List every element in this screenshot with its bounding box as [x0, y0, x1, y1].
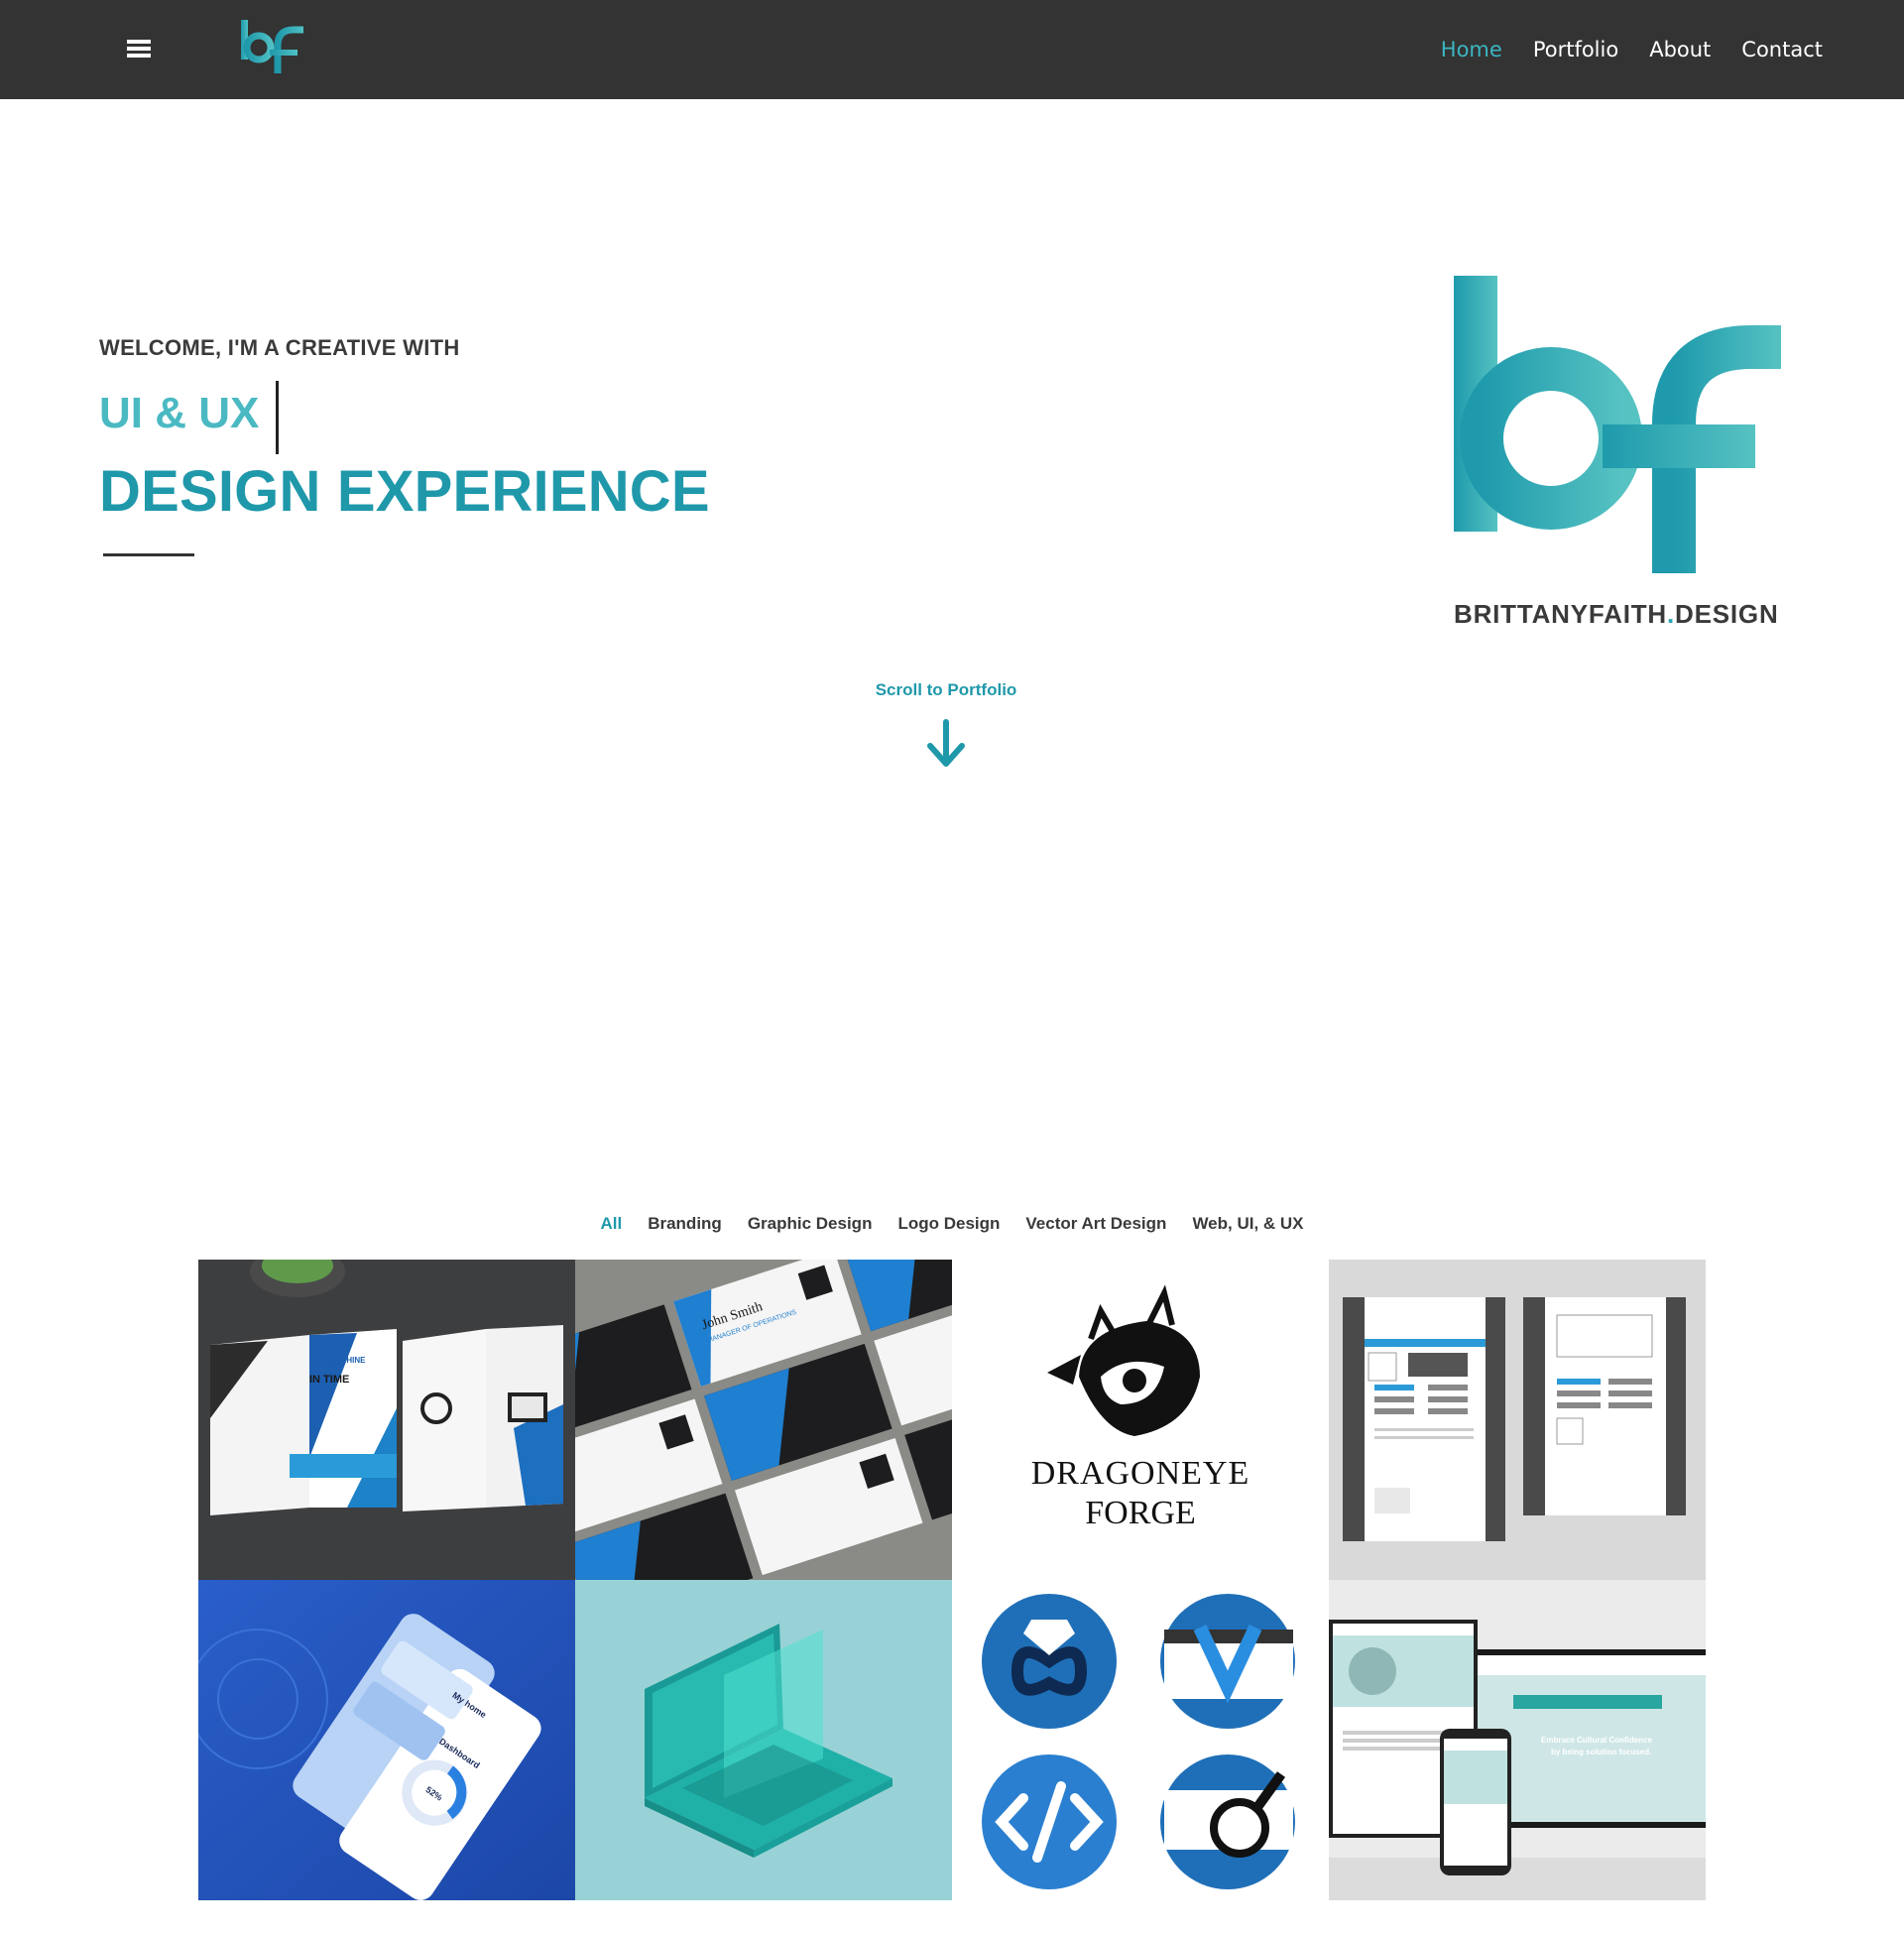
portfolio-item-vector-icons[interactable]: [952, 1580, 1329, 1900]
filter-vector-art-design[interactable]: Vector Art Design: [1025, 1214, 1166, 1234]
filter-graphic-design[interactable]: Graphic Design: [748, 1214, 873, 1234]
portfolio-item-dragoneye-logo[interactable]: DRAGONEYE FORGE: [952, 1260, 1329, 1580]
brochure-brand-text: TIMEMACHINE: [309, 1356, 366, 1365]
filter-branding[interactable]: Branding: [648, 1214, 722, 1234]
main-nav: Home Portfolio About Contact: [1410, 0, 1904, 99]
hero-typed-text: UI & UX: [99, 389, 260, 437]
brand-name: BRITTANYFAITH: [1454, 599, 1668, 629]
nav-contact[interactable]: Contact: [1741, 38, 1823, 61]
nav-portfolio[interactable]: Portfolio: [1533, 38, 1618, 61]
brochure-image: TIMEMACHINE IN TIME: [198, 1260, 575, 1580]
scroll-to-portfolio-link[interactable]: Scroll to Portfolio: [813, 680, 1079, 700]
dragoneye-line1-text: DRAGONEYE: [1031, 1455, 1250, 1492]
portfolio-filters: All Branding Graphic Design Logo Design …: [0, 1214, 1904, 1234]
hero-divider: [103, 553, 194, 556]
brand-dot: .: [1667, 599, 1676, 629]
dragoneye-logo-image: DRAGONEYE FORGE: [952, 1260, 1329, 1580]
portfolio-item-laptop[interactable]: [575, 1580, 952, 1900]
hero-eyebrow: WELCOME, I'M A CREATIVE WITH: [99, 335, 460, 360]
nav-about[interactable]: About: [1649, 38, 1711, 61]
top-navbar: Home Portfolio About Contact: [0, 0, 1904, 99]
web-subtag-text: by being solution focused.: [1551, 1748, 1651, 1756]
portfolio-item-mobile-app[interactable]: My home Dashboard 52%: [198, 1580, 575, 1900]
bf-logo-icon[interactable]: [238, 14, 309, 83]
portfolio-item-wireframes[interactable]: [1329, 1260, 1706, 1580]
typing-cursor: [276, 381, 279, 454]
hamburger-icon[interactable]: [127, 38, 151, 60]
laptop-image: [575, 1580, 952, 1900]
nav-home[interactable]: Home: [1441, 38, 1502, 61]
filter-all[interactable]: All: [600, 1214, 622, 1234]
filter-logo-design[interactable]: Logo Design: [897, 1214, 1000, 1234]
business-cards-image: John Smith MANAGER OF OPERATIONS: [575, 1260, 952, 1580]
bf-large-logo-icon: [1454, 276, 1781, 573]
brand-suffix: DESIGN: [1675, 599, 1779, 629]
mobile-app-image: My home Dashboard 52%: [198, 1580, 575, 1900]
portfolio-item-business-cards[interactable]: John Smith MANAGER OF OPERATIONS: [575, 1260, 952, 1580]
portfolio-item-responsive-website[interactable]: Embrace Cultural Confidence by being sol…: [1329, 1580, 1706, 1900]
portfolio-item-brochure[interactable]: TIMEMACHINE IN TIME: [198, 1260, 575, 1580]
portfolio-grid: TIMEMACHINE IN TIME John Smith MANAGER O…: [198, 1260, 1706, 1900]
brochure-headline-text: IN TIME: [309, 1374, 349, 1386]
dragoneye-line2-text: FORGE: [1085, 1495, 1195, 1531]
vector-icons-image: [952, 1580, 1329, 1900]
brand-wordmark: BRITTANYFAITH.DESIGN: [1454, 599, 1779, 630]
filter-web-ui-ux[interactable]: Web, UI, & UX: [1192, 1214, 1303, 1234]
arrow-down-icon[interactable]: [922, 718, 970, 770]
responsive-website-image: Embrace Cultural Confidence by being sol…: [1329, 1580, 1706, 1900]
wireframes-image: [1329, 1260, 1706, 1580]
hero-headline: DESIGN EXPERIENCE: [99, 459, 710, 524]
web-tagline-text: Embrace Cultural Confidence: [1541, 1736, 1653, 1745]
